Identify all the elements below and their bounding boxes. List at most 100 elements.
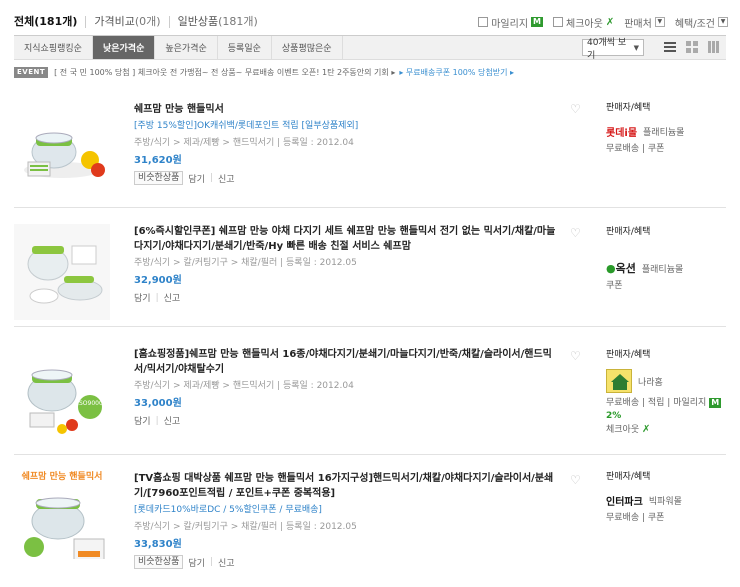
checkout-icon: ✗	[642, 424, 651, 435]
report-button[interactable]: 신고	[218, 556, 235, 569]
tab-price-compare-label: 가격비교	[94, 15, 135, 28]
sort-low-price[interactable]: 낮은가격순	[92, 36, 156, 59]
tab-all[interactable]: 전체(181개)	[14, 16, 85, 28]
sort-ranking[interactable]: 지식쇼핑랭킹순	[14, 36, 93, 59]
gallery-view-icon[interactable]	[708, 41, 720, 53]
product-promo[interactable]: [롯데카드10%바로DC / 5%할인쿠폰 / 무료배송]	[134, 503, 564, 518]
tab-all-count: (181개)	[34, 15, 78, 28]
tab-general-count: (181개)	[218, 15, 258, 28]
auction-logo[interactable]: ●옥션	[606, 260, 636, 276]
product-info: [TV홈쇼핑 대박상품 쉐프맘 만능 핸들믹서 16가지구성]핸드믹서기/채칼/…	[134, 471, 564, 569]
svg-text:ISO9000: ISO9000	[77, 400, 103, 407]
divider: |	[209, 557, 214, 567]
seller-dropdown-label: 판매처	[624, 18, 652, 30]
list-item: ISO9000 [홈쇼핑정품]쉐프맘 만능 핸들믹서 16종/야채다지기/분쇄기…	[14, 331, 726, 455]
heart-icon[interactable]: ♡	[570, 102, 581, 116]
mixer-16-set-image: ISO9000	[27, 369, 103, 434]
product-actions: 비슷한상품 담기 | 신고	[134, 171, 564, 185]
heart-icon[interactable]: ♡	[570, 349, 581, 363]
seller-header: 판매자/혜택	[606, 227, 651, 237]
seller-logo-row: 롯데i몰 플래티늄몰	[606, 124, 726, 139]
event-coupon-link[interactable]: ▸ 무료배송쿠폰 100% 당첨받기 ▸	[399, 67, 514, 78]
tab-price-compare[interactable]: 가격비교(0개)	[85, 16, 168, 28]
tab-general[interactable]: 일반상품(181개)	[168, 15, 266, 28]
thumb-banner-text: 쉐프맘 만능 핸들믹서	[22, 470, 103, 482]
similar-products-button[interactable]: 비슷한상품	[134, 171, 184, 185]
product-thumbnail[interactable]	[14, 100, 110, 196]
seller-dropdown[interactable]: 판매처 ▼	[624, 15, 665, 30]
heart-icon[interactable]: ♡	[570, 473, 581, 487]
save-button[interactable]: 담기	[134, 291, 151, 304]
seller-benefits: 무료배송 | 쿠폰	[606, 513, 665, 523]
list-item: 쉐프맘 만능 핸들믹서 [TV홈쇼핑 대박상품 쉐프맘 만능 핸들믹서 16가지…	[14, 459, 726, 585]
product-thumbnail[interactable]: ISO9000	[14, 347, 110, 443]
product-thumbnail[interactable]: 쉐프맘 만능 핸들믹서	[14, 463, 110, 559]
benefit-dropdown[interactable]: 혜택/조건 ▼	[675, 15, 728, 30]
mileage-filter[interactable]: 마일리지 M	[478, 15, 544, 30]
lotte-logo[interactable]: 롯데i몰	[606, 124, 637, 139]
seller-header: 판매자/혜택	[606, 472, 651, 482]
product-title[interactable]: [홈쇼핑정품]쉐프맘 만능 핸들믹서 16종/야채다지기/분쇄기/마늘다지기/반…	[134, 347, 564, 377]
sort-high-price[interactable]: 높은가격순	[155, 36, 218, 59]
list-item: [6%즉시할인쿠폰] 쉐프맘 만능 야채 다지기 세트 쉐프맘 만능 핸들믹서 …	[14, 212, 726, 327]
auction-logo-text: 옥션	[615, 262, 636, 275]
report-button[interactable]: 신고	[164, 414, 181, 427]
checkout-filter[interactable]: 체크아웃 ✗	[553, 15, 614, 30]
product-title[interactable]: [TV홈쇼핑 대박상품 쉐프맘 만능 핸들믹서 16가지구성]핸드믹서기/채칼/…	[134, 471, 564, 501]
checkout-checkbox[interactable]	[553, 17, 564, 27]
filter-bar: 마일리지 M 체크아웃 ✗ 판매처 ▼ 혜택/조건 ▼	[478, 12, 728, 32]
sort-date[interactable]: 등록일순	[218, 36, 272, 59]
seller-info: 판매자/혜택 ●옥션 플래티늄몰 쿠폰	[606, 226, 726, 293]
tab-price-compare-count: (0개)	[134, 15, 161, 28]
list-view-icon[interactable]	[664, 41, 676, 53]
mileage-label: 마일리지	[491, 18, 529, 30]
checkout-icon: ✗	[605, 16, 615, 28]
product-thumbnail[interactable]	[14, 224, 110, 320]
seller-header: 판매자/혜택	[606, 103, 651, 113]
product-category: 주방/식기 > 제과/제빵 > 핸드믹서기 | 등록일 : 2012.04	[134, 138, 354, 148]
product-title[interactable]: 쉐프맘 만능 핸들믹서	[134, 102, 564, 117]
product-promo[interactable]: [주방 15%할인]OK캐쉬백/롯데포인트 적립 [일부상품제외]	[134, 119, 564, 134]
seller-info: 판매자/혜택 나라홈 무료배송 | 적립 | 마일리지 M 2% 체크아웃 ✗	[606, 349, 726, 437]
mixer-image	[24, 132, 105, 178]
grid-view-icon[interactable]	[686, 41, 698, 53]
seller-header: 판매자/혜택	[606, 350, 651, 360]
report-button[interactable]: 신고	[218, 172, 235, 185]
mileage-m-icon: M	[531, 17, 544, 27]
event-banner: EVENT [ 전 국 민 100% 당첨 ] 체크아웃 전 가맹점~ 전 상품…	[14, 66, 726, 79]
product-title[interactable]: [6%즉시할인쿠폰] 쉐프맘 만능 야채 다지기 세트 쉐프맘 만능 핸들믹서 …	[134, 224, 564, 254]
tab-general-label: 일반상품	[177, 15, 219, 28]
product-price: 31,620원	[134, 155, 182, 166]
product-category: 주방/식기 > 칼/커팅기구 > 채칼/필러 | 등록일 : 2012.05	[134, 522, 357, 532]
tab-all-label: 전체	[14, 15, 35, 28]
result-tabs: 전체(181개) 가격비교(0개) 일반상품(181개)	[14, 12, 266, 32]
sort-reviews[interactable]: 상품평많은순	[272, 36, 343, 59]
seller-tier: 빅파워몰	[648, 497, 682, 507]
product-actions: 담기 | 신고	[134, 414, 564, 428]
narahome-logo[interactable]	[606, 369, 632, 393]
event-text[interactable]: [ 전 국 민 100% 당첨 ] 체크아웃 전 가맹점~ 전 상품~ 무료배송…	[54, 67, 395, 78]
save-button[interactable]: 담기	[188, 172, 205, 185]
save-button[interactable]: 담기	[134, 414, 151, 427]
mileage-checkbox[interactable]	[478, 17, 489, 27]
seller-info: 판매자/혜택 인터파크 빅파워몰 무료배송 | 쿠폰	[606, 471, 726, 525]
interpark-logo[interactable]: 인터파크	[606, 493, 643, 508]
seller-logo-row: 나라홈	[606, 369, 726, 393]
view-mode-switch	[664, 41, 720, 53]
heart-icon[interactable]: ♡	[570, 226, 581, 240]
product-info: [6%즉시할인쿠폰] 쉐프맘 만능 야채 다지기 세트 쉐프맘 만능 핸들믹서 …	[134, 224, 564, 304]
product-actions: 비슷한상품 담기 | 신고	[134, 555, 564, 569]
similar-products-button[interactable]: 비슷한상품	[134, 555, 184, 569]
event-tag: EVENT	[14, 67, 49, 78]
product-info: 쉐프맘 만능 핸들믹서 [주방 15%할인]OK캐쉬백/롯데포인트 적립 [일부…	[134, 102, 564, 185]
save-button[interactable]: 담기	[188, 556, 205, 569]
seller-benefit-text: 무료배송 | 적립 | 마일리지	[606, 398, 707, 408]
seller-logo-row: 인터파크 빅파워몰	[606, 493, 726, 508]
seller-benefits: 무료배송 | 쿠폰	[606, 144, 665, 154]
report-button[interactable]: 신고	[164, 291, 181, 304]
items-per-page-select[interactable]: 40개씩 보기 ▼	[582, 38, 644, 61]
seller-benefits: 무료배송 | 적립 | 마일리지 M 2% 체크아웃 ✗	[606, 397, 726, 437]
list-item: 쉐프맘 만능 핸들믹서 [주방 15%할인]OK캐쉬백/롯데포인트 적립 [일부…	[14, 92, 726, 208]
product-category: 주방/식기 > 제과/제빵 > 핸드믹서기 | 등록일 : 2012.04	[134, 381, 354, 391]
chevron-down-icon: ▼	[654, 17, 665, 27]
